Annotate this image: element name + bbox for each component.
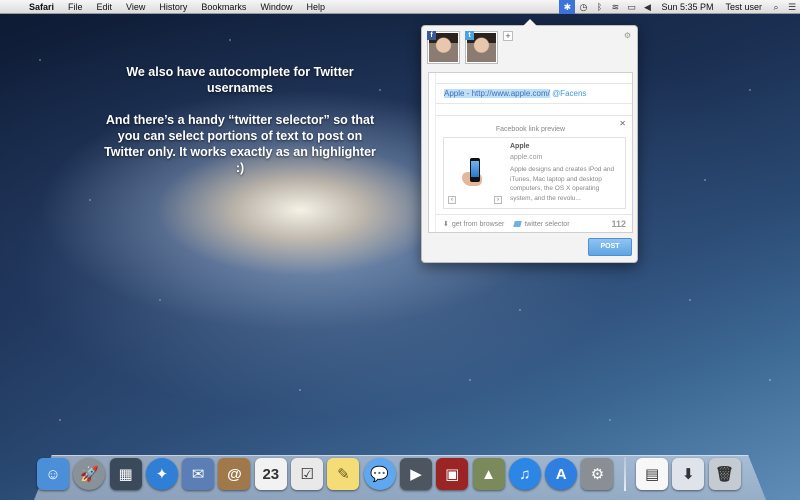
- link-preview-card: ‹ › Apple apple.com Apple designs and cr…: [443, 137, 626, 209]
- share-popover: f t + ⚙ Apple - http://www.apple.com/ @F…: [421, 19, 638, 263]
- menu-app-safari[interactable]: Safari: [22, 0, 61, 14]
- twitter-icon: t: [465, 31, 474, 40]
- preview-heading: Facebook link preview: [495, 126, 566, 133]
- compose-text[interactable]: Apple - http://www.apple.com/ @Facens: [444, 89, 586, 98]
- trash-glyph: 🗑: [715, 466, 735, 483]
- preview-thumbnail: [462, 158, 486, 190]
- menu-bookmarks[interactable]: Bookmarks: [194, 0, 253, 14]
- twitter-selector-label: twitter selector: [524, 220, 570, 228]
- twitter-selector-button[interactable]: twitter selector: [513, 220, 570, 228]
- time-machine-icon[interactable]: ◷: [575, 0, 591, 14]
- menu-bar: Safari File Edit View History Bookmarks …: [0, 0, 800, 14]
- divider: [435, 115, 632, 116]
- finder-glyph: ☺: [45, 465, 61, 483]
- dock-mission-control-icon[interactable]: ▦: [109, 458, 142, 490]
- dock-reminders-icon[interactable]: ☑: [291, 458, 324, 490]
- notes-glyph: ✎: [337, 466, 350, 483]
- preview-title: Apple: [510, 143, 530, 150]
- menu-file[interactable]: File: [61, 0, 90, 14]
- system-preferences-glyph: ⚙: [590, 466, 605, 483]
- divider: [435, 214, 632, 215]
- compose-footer: ⬇ get from browser twitter selector 112: [443, 218, 626, 230]
- caption-line-2: And there’s a handy “twitter selector” s…: [104, 113, 376, 175]
- mission-control-glyph: ▦: [118, 466, 133, 483]
- twitter-highlight-text: Apple - http://www.apple.com/: [444, 89, 550, 98]
- dock-calendar-icon[interactable]: 23: [254, 458, 287, 490]
- dock-launchpad-icon[interactable]: 🚀: [73, 458, 106, 490]
- reminders-glyph: ☑: [300, 466, 314, 483]
- wifi-icon[interactable]: ≋: [607, 0, 623, 14]
- divider: [435, 103, 632, 104]
- safari-glyph: ✦: [155, 466, 169, 483]
- photo-booth-glyph: ▣: [445, 466, 460, 483]
- facebook-icon: f: [427, 31, 436, 40]
- dock-separator: [623, 457, 626, 491]
- promo-caption: We also have autocomplete for Twitter us…: [100, 64, 380, 192]
- menu-window[interactable]: Window: [253, 0, 299, 14]
- preview-description: Apple designs and creates iPod and iTune…: [510, 166, 615, 202]
- spotlight-search-icon[interactable]: ⌕: [768, 0, 784, 14]
- account-facebook-avatar[interactable]: f: [427, 31, 460, 64]
- document-glyph: ▤: [644, 466, 660, 483]
- gear-icon[interactable]: ⚙: [624, 31, 631, 40]
- dock: ☺ 🚀 ▦ ✦ ✉ @23 ☑ ✎ 💬 ▶ ▣ ▲ ♫ A ⚙ ▤ ⬇ 🗑: [34, 454, 766, 494]
- dock-mail-icon[interactable]: ✉: [182, 458, 215, 490]
- get-from-browser-button[interactable]: ⬇ get from browser: [443, 220, 505, 229]
- menu-user[interactable]: Test user: [719, 2, 768, 12]
- iphoto-glyph: ▲: [481, 465, 496, 483]
- dock-downloads-icon[interactable]: ⬇: [672, 458, 705, 490]
- messages-glyph: 💬: [370, 466, 390, 483]
- account-twitter-avatar[interactable]: t: [465, 31, 498, 64]
- dock-contacts-icon[interactable]: @: [218, 458, 251, 490]
- battery-icon[interactable]: ▭: [623, 0, 639, 14]
- menu-view[interactable]: View: [119, 0, 152, 14]
- preview-domain: apple.com: [510, 154, 543, 161]
- dock-messages-icon[interactable]: 💬: [363, 458, 396, 490]
- prev-thumbnail-button[interactable]: ‹: [448, 196, 456, 204]
- download-arrow-icon: ⬇: [443, 221, 449, 228]
- menu-history[interactable]: History: [152, 0, 194, 14]
- twitter-mention: @Facens: [552, 89, 587, 98]
- menu-clock[interactable]: Sun 5:35 PM: [655, 2, 719, 12]
- dock-iphoto-icon[interactable]: ▲: [472, 458, 505, 490]
- dock-document-icon[interactable]: ▤: [636, 458, 669, 490]
- downloads-glyph: ⬇: [682, 466, 695, 483]
- highlighter-icon: [513, 221, 523, 227]
- caption-line-1: We also have autocomplete for Twitter us…: [126, 65, 354, 95]
- dock-finder-icon[interactable]: ☺: [37, 458, 69, 490]
- volume-icon[interactable]: ◀: [639, 0, 655, 14]
- add-account-button[interactable]: +: [503, 31, 513, 41]
- menu-edit[interactable]: Edit: [90, 0, 120, 14]
- contacts-glyph: @: [227, 465, 242, 483]
- calendar-glyph: 23: [262, 465, 280, 483]
- dock-app-store-icon[interactable]: A: [545, 458, 578, 490]
- compose-area[interactable]: Apple - http://www.apple.com/ @Facens ✕ …: [428, 72, 633, 233]
- divider: [435, 83, 632, 84]
- dock-facetime-icon[interactable]: ▶: [399, 458, 432, 490]
- compose-margin: [435, 73, 436, 232]
- dock-photo-booth-icon[interactable]: ▣: [436, 458, 469, 490]
- notification-center-icon[interactable]: ☰: [784, 0, 800, 14]
- dock-safari-icon[interactable]: ✦: [145, 458, 178, 490]
- menu-help[interactable]: Help: [299, 0, 332, 14]
- get-from-browser-label: get from browser: [451, 220, 505, 228]
- app-status-icon[interactable]: ✱: [559, 0, 576, 14]
- mail-glyph: ✉: [191, 466, 205, 483]
- post-button[interactable]: POST: [588, 238, 632, 256]
- character-count: 112: [611, 219, 626, 229]
- dock-itunes-icon[interactable]: ♫: [508, 458, 541, 490]
- itunes-glyph: ♫: [519, 465, 531, 483]
- app-store-glyph: A: [555, 465, 567, 483]
- bluetooth-icon[interactable]: ᛒ: [591, 0, 607, 14]
- next-thumbnail-button[interactable]: ›: [494, 196, 502, 204]
- dock-notes-icon[interactable]: ✎: [327, 458, 360, 490]
- launchpad-glyph: 🚀: [79, 466, 99, 483]
- dock-system-preferences-icon[interactable]: ⚙: [581, 458, 614, 490]
- facetime-glyph: ▶: [410, 466, 422, 483]
- account-selector: f t +: [427, 31, 513, 64]
- dock-trash-icon[interactable]: 🗑: [708, 458, 741, 490]
